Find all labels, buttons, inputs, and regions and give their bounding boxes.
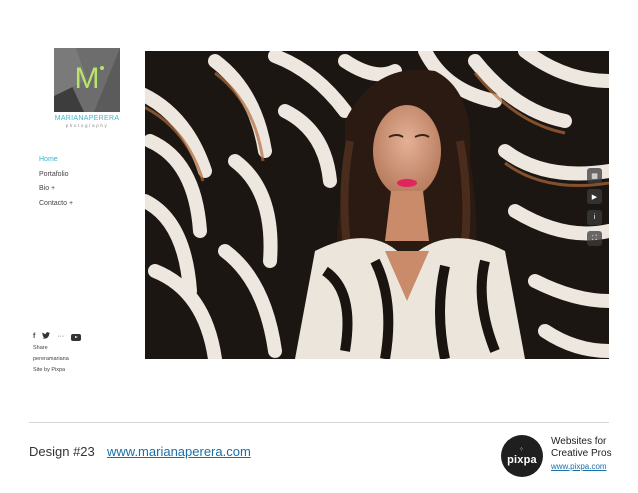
nav-item-bio[interactable]: Bio + <box>39 184 73 199</box>
play-icon[interactable]: ▶ <box>587 189 602 204</box>
logo-subtitle: photography <box>65 123 109 128</box>
handle-label: pereramariana <box>33 356 69 362</box>
site-logo[interactable]: M MARIANAPERERA photography <box>54 48 120 128</box>
info-icon[interactable]: i <box>587 210 602 225</box>
nav-item-home[interactable]: Home <box>39 155 73 170</box>
facebook-icon[interactable]: f <box>33 333 35 341</box>
site-credit[interactable]: Site by Pixpa <box>33 367 65 373</box>
tagline-line2: Creative Pros <box>551 448 612 459</box>
pixpa-wordmark: pixpa <box>507 453 537 466</box>
tagline-line1: Websites for <box>551 436 607 447</box>
nav-item-contacto[interactable]: Contacto + <box>39 199 73 214</box>
pixpa-dots-icon: ⁘ <box>518 446 526 453</box>
hero-image: ▦ ▶ i ⛶ <box>145 51 609 359</box>
logo-name: MARIANAPERERA <box>54 115 120 122</box>
nav-item-portafolio[interactable]: Portafolio <box>39 170 73 185</box>
logo-star <box>100 66 104 70</box>
design-label: Design #23 <box>29 444 95 459</box>
fullscreen-icon[interactable]: ⛶ <box>587 231 602 246</box>
youtube-icon[interactable] <box>71 333 82 341</box>
pixpa-logo[interactable]: ⁘ pixpa <box>501 435 543 477</box>
logo-monogram: M <box>74 62 100 95</box>
site-url-link[interactable]: www.marianaperera.com <box>107 444 251 459</box>
slideshow-controls: ▦ ▶ i ⛶ <box>587 168 602 246</box>
more-icon[interactable]: ··· <box>57 333 64 341</box>
share-label[interactable]: Share <box>33 345 48 351</box>
pixpa-url-link[interactable]: www.pixpa.com <box>551 462 607 471</box>
logo-mark: M <box>54 48 120 112</box>
social-links: f ··· <box>33 332 82 342</box>
logo-name-first: MARIANA <box>54 115 89 122</box>
main-nav: Home Portafolio Bio + Contacto + <box>39 155 73 213</box>
divider <box>29 422 609 423</box>
grid-icon[interactable]: ▦ <box>587 168 602 183</box>
hero-photo <box>145 51 609 359</box>
twitter-icon[interactable] <box>42 332 51 342</box>
logo-name-last: PERERA <box>88 115 120 122</box>
